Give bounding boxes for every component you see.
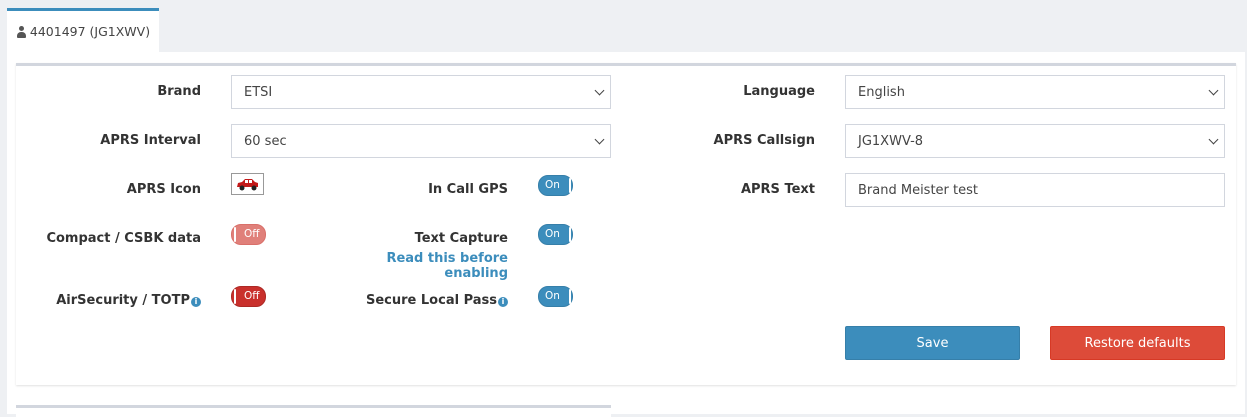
read-before-enabling-link[interactable]: Read this before enabling bbox=[330, 251, 508, 281]
toggle-knob bbox=[234, 227, 236, 242]
toggle-state: On bbox=[545, 179, 560, 191]
brand-label: Brand bbox=[157, 84, 201, 99]
aprs-text-label: APRS Text bbox=[740, 182, 815, 197]
aprs-text-value: Brand Meister test bbox=[858, 182, 978, 198]
tab-device[interactable]: 4401497 (JG1XWV) bbox=[7, 8, 159, 52]
aprs-callsign-select[interactable]: JG1XWV-8 bbox=[845, 124, 1225, 158]
in-call-gps-label: In Call GPS bbox=[428, 182, 508, 197]
compact-csbk-toggle[interactable]: Off bbox=[231, 224, 266, 245]
air-security-label-text: AirSecurity / TOTP bbox=[56, 293, 190, 308]
tab-label: 4401497 (JG1XWV) bbox=[29, 24, 151, 39]
info-icon[interactable]: i bbox=[191, 297, 201, 307]
air-security-label: AirSecurity / TOTP i bbox=[30, 293, 201, 309]
toggle-knob bbox=[569, 289, 571, 304]
language-value: English bbox=[858, 84, 905, 100]
language-label: Language bbox=[743, 84, 815, 99]
chevron-down-icon bbox=[1208, 134, 1219, 145]
chevron-down-icon bbox=[1208, 85, 1219, 96]
aprs-interval-label: APRS Interval bbox=[100, 133, 201, 148]
aprs-interval-value: 60 sec bbox=[244, 133, 287, 149]
brand-value: ETSI bbox=[244, 84, 273, 100]
secondary-panel bbox=[16, 405, 611, 417]
aprs-callsign-label: APRS Callsign bbox=[713, 133, 815, 148]
language-select[interactable]: English bbox=[845, 75, 1225, 109]
aprs-icon-picker[interactable] bbox=[231, 173, 264, 195]
aprs-callsign-value: JG1XWV-8 bbox=[858, 133, 924, 149]
secure-local-pass-toggle[interactable]: On bbox=[538, 286, 573, 307]
toggle-knob bbox=[234, 289, 236, 304]
toggle-state: Off bbox=[244, 290, 260, 302]
air-security-toggle[interactable]: Off bbox=[231, 286, 266, 307]
aprs-interval-select[interactable]: 60 sec bbox=[231, 124, 611, 158]
toggle-knob bbox=[569, 178, 571, 193]
info-icon[interactable]: i bbox=[498, 297, 508, 307]
in-call-gps-toggle[interactable]: On bbox=[538, 175, 573, 196]
restore-defaults-button[interactable]: Restore defaults bbox=[1050, 326, 1225, 360]
aprs-text-input[interactable]: Brand Meister test bbox=[845, 173, 1225, 207]
toggle-state: Off bbox=[244, 228, 260, 240]
aprs-icon-label: APRS Icon bbox=[126, 182, 201, 197]
text-capture-label: Text Capture bbox=[414, 231, 508, 246]
user-icon bbox=[16, 25, 27, 38]
toggle-state: On bbox=[545, 290, 560, 302]
compact-csbk-label: Compact / CSBK data bbox=[46, 231, 201, 246]
chevron-down-icon bbox=[594, 134, 605, 145]
text-capture-toggle[interactable]: On bbox=[538, 224, 573, 245]
brand-select[interactable]: ETSI bbox=[231, 75, 611, 109]
toggle-state: On bbox=[545, 228, 560, 240]
save-button[interactable]: Save bbox=[845, 326, 1020, 360]
secure-local-pass-label: Secure Local Pass i bbox=[360, 293, 508, 309]
car-icon bbox=[237, 179, 258, 191]
secure-local-pass-label-text: Secure Local Pass bbox=[366, 293, 497, 308]
chevron-down-icon bbox=[594, 85, 605, 96]
toggle-knob bbox=[569, 227, 571, 242]
